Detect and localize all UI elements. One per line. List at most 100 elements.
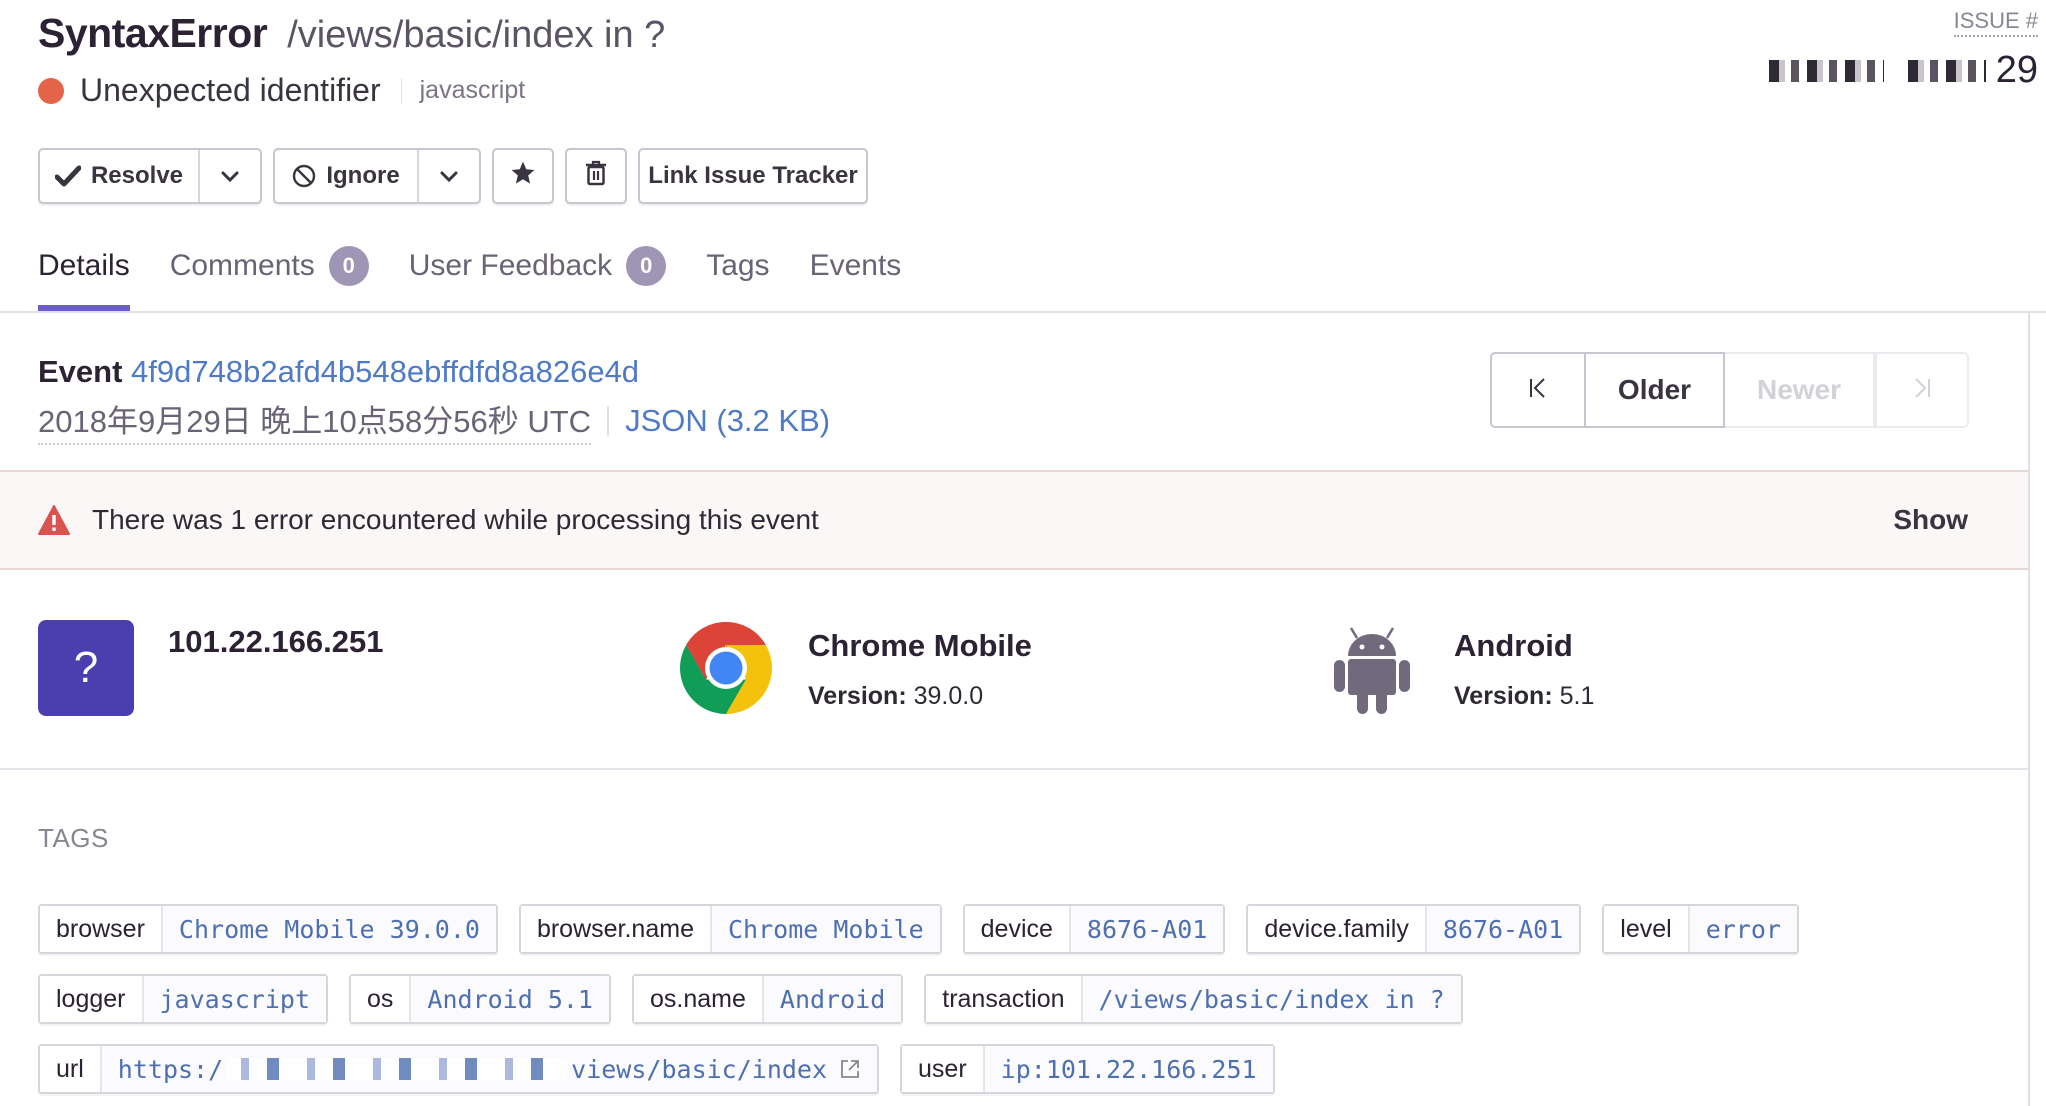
link-issue-tracker-button[interactable]: Link Issue Tracker <box>640 150 866 202</box>
oldest-event-button[interactable] <box>1490 352 1586 428</box>
redacted-project-slug <box>1907 59 1986 82</box>
issue-tabs: Details Comments 0 User Feedback 0 Tags … <box>38 236 902 311</box>
tab-label: User Feedback <box>408 249 613 282</box>
os-name: Android <box>1454 628 1573 663</box>
tag-value[interactable]: https:/ views/basic/index <box>101 1046 878 1092</box>
divider <box>607 405 610 436</box>
url-path: views/basic/index <box>571 1054 828 1084</box>
chrome-icon <box>678 620 774 716</box>
url-prefix: https:/ <box>117 1054 224 1084</box>
tags-row: browser Chrome Mobile 39.0.0 browser.nam… <box>38 904 1799 954</box>
resolve-group: Resolve <box>38 148 262 204</box>
ignore-dropdown-button[interactable] <box>417 150 479 202</box>
tag-device-family[interactable]: device.family 8676-A01 <box>1246 904 1582 954</box>
tag-browser-name[interactable]: browser.name Chrome Mobile <box>518 904 942 954</box>
tag-transaction[interactable]: transaction /views/basic/index in ? <box>924 974 1463 1024</box>
tab-events[interactable]: Events <box>810 236 902 296</box>
os-context: Android Version: 5.1 <box>1324 620 1594 716</box>
tag-value[interactable]: Chrome Mobile 39.0.0 <box>162 906 496 952</box>
tag-key: os <box>351 976 412 1022</box>
tab-user-feedback[interactable]: User Feedback 0 <box>408 236 667 296</box>
tag-key: logger <box>40 976 144 1022</box>
tag-key: os.name <box>634 976 764 1022</box>
chevron-down-icon <box>221 162 239 190</box>
browser-context: Chrome Mobile Version: 39.0.0 <box>678 620 1032 716</box>
tag-value[interactable]: error <box>1689 906 1797 952</box>
issue-title: SyntaxError /views/basic/index in ? <box>38 10 665 57</box>
android-icon <box>1324 620 1420 716</box>
version-label: Version: <box>808 682 907 710</box>
bookmark-button[interactable] <box>494 150 552 202</box>
divider <box>400 77 402 104</box>
tag-value[interactable]: Android <box>763 976 902 1022</box>
version-label: Version: <box>1454 682 1553 710</box>
chevron-down-icon <box>440 162 458 190</box>
platform-label: javascript <box>419 76 526 104</box>
tag-value[interactable]: Android 5.1 <box>411 976 609 1022</box>
tag-url[interactable]: url https:/ views/basic/index <box>38 1044 880 1094</box>
delete-group <box>565 148 627 204</box>
newest-event-button[interactable] <box>1875 352 1969 428</box>
event-timestamp: 2018年9月29日 晚上10点58分56秒 UTC <box>38 396 592 445</box>
error-message: Unexpected identifier <box>80 72 381 108</box>
tag-key: user <box>902 1046 985 1092</box>
tag-os-name[interactable]: os.name Android <box>632 974 904 1024</box>
tag-key: transaction <box>926 976 1083 1022</box>
browser-version: Version: 39.0.0 <box>808 682 1032 711</box>
version-value: 5.1 <box>1559 682 1595 710</box>
tag-key: device.family <box>1248 906 1427 952</box>
external-link-icon[interactable] <box>839 1058 861 1080</box>
tab-label: Details <box>38 249 130 282</box>
tag-user[interactable]: user ip:101.22.166.251 <box>900 1044 1275 1094</box>
issue-actions: Resolve Ignore Link Issue Tracker <box>38 148 868 204</box>
tag-browser[interactable]: browser Chrome Mobile 39.0.0 <box>38 904 498 954</box>
trash-icon <box>585 160 607 193</box>
resolve-label: Resolve <box>90 162 184 189</box>
event-meta-row: 2018年9月29日 晚上10点58分56秒 UTC JSON (3.2 KB) <box>38 396 830 445</box>
error-banner-text: There was 1 error encountered while proc… <box>92 504 819 535</box>
tag-level[interactable]: level error <box>1602 904 1799 954</box>
tab-label: Comments <box>169 249 315 282</box>
tab-details[interactable]: Details <box>38 236 130 311</box>
tag-value[interactable]: Chrome Mobile <box>711 906 940 952</box>
tag-key: browser.name <box>520 906 712 952</box>
issue-number-label[interactable]: ISSUE # <box>1953 8 2038 37</box>
tab-label: Tags <box>706 249 770 282</box>
unknown-user-icon: ? <box>38 620 134 716</box>
tag-value[interactable]: 8676-A01 <box>1070 906 1224 952</box>
delete-button[interactable] <box>567 150 625 202</box>
star-icon <box>510 160 536 193</box>
error-level-dot-icon <box>38 77 64 104</box>
resolve-dropdown-button[interactable] <box>198 150 260 202</box>
ignore-button[interactable]: Ignore <box>275 150 417 202</box>
tag-value[interactable]: javascript <box>143 976 327 1022</box>
section-divider <box>0 768 2028 770</box>
tab-tags[interactable]: Tags <box>706 236 769 296</box>
browser-name: Chrome Mobile <box>808 628 1032 663</box>
event-id-row: Event 4f9d748b2afd4b548ebffdfd8a826e4d <box>38 354 639 390</box>
issue-number-box: ISSUE # 29 <box>1768 8 2038 92</box>
feedback-count-badge: 0 <box>626 246 667 286</box>
os-version: Version: 5.1 <box>1454 682 1594 711</box>
tag-value[interactable]: ip:101.22.166.251 <box>984 1046 1273 1092</box>
tab-comments[interactable]: Comments 0 <box>170 236 369 296</box>
user-ip: 101.22.166.251 <box>168 624 384 659</box>
newer-event-button[interactable]: Newer <box>1725 352 1875 428</box>
resolve-button[interactable]: Resolve <box>40 150 198 202</box>
tag-key: browser <box>40 906 163 952</box>
tag-value[interactable]: /views/basic/index in ? <box>1082 976 1461 1022</box>
user-context: ? 101.22.166.251 <box>38 620 384 716</box>
tag-key: device <box>964 906 1071 952</box>
tags-row: url https:/ views/basic/index user ip:10… <box>38 1044 1275 1094</box>
json-link[interactable]: JSON (3.2 KB) <box>625 403 830 439</box>
tag-device[interactable]: device 8676-A01 <box>962 904 1226 954</box>
show-errors-button[interactable]: Show <box>1893 504 1968 536</box>
warning-icon <box>38 505 70 535</box>
tag-os[interactable]: os Android 5.1 <box>349 974 611 1024</box>
tags-row: logger javascript os Android 5.1 os.name… <box>38 974 1463 1024</box>
bookmark-group <box>492 148 554 204</box>
tag-value[interactable]: 8676-A01 <box>1426 906 1580 952</box>
older-event-button[interactable]: Older <box>1586 352 1725 428</box>
tag-logger[interactable]: logger javascript <box>38 974 329 1024</box>
event-id-link[interactable]: 4f9d748b2afd4b548ebffdfd8a826e4d <box>131 354 639 389</box>
